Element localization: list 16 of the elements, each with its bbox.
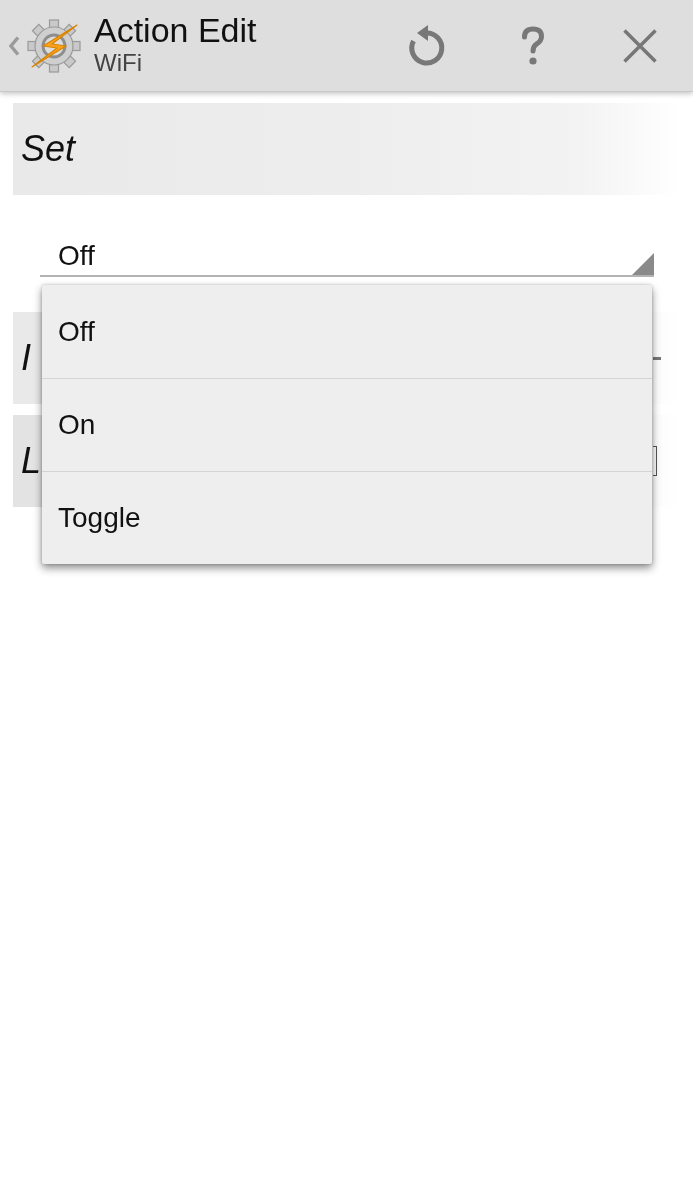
bracket-mark [653,446,657,476]
section-label: L [21,440,42,482]
menu-option[interactable]: Toggle [42,471,652,564]
back-chevron-icon [8,35,20,56]
dropdown-triangle-icon [632,253,654,275]
section-label: Set [21,128,76,170]
close-icon [622,28,657,63]
help-icon [519,25,546,66]
screen-subtitle: WiFi [94,48,143,77]
dash-mark [653,356,661,360]
screen-title: Action Edit [94,10,257,49]
gear-lightning-logo-icon [27,18,81,73]
section-label: I [21,337,31,379]
menu-option[interactable]: Off [42,285,652,378]
menu-option[interactable]: On [42,378,652,471]
dropdown-field[interactable]: Off [40,237,654,277]
